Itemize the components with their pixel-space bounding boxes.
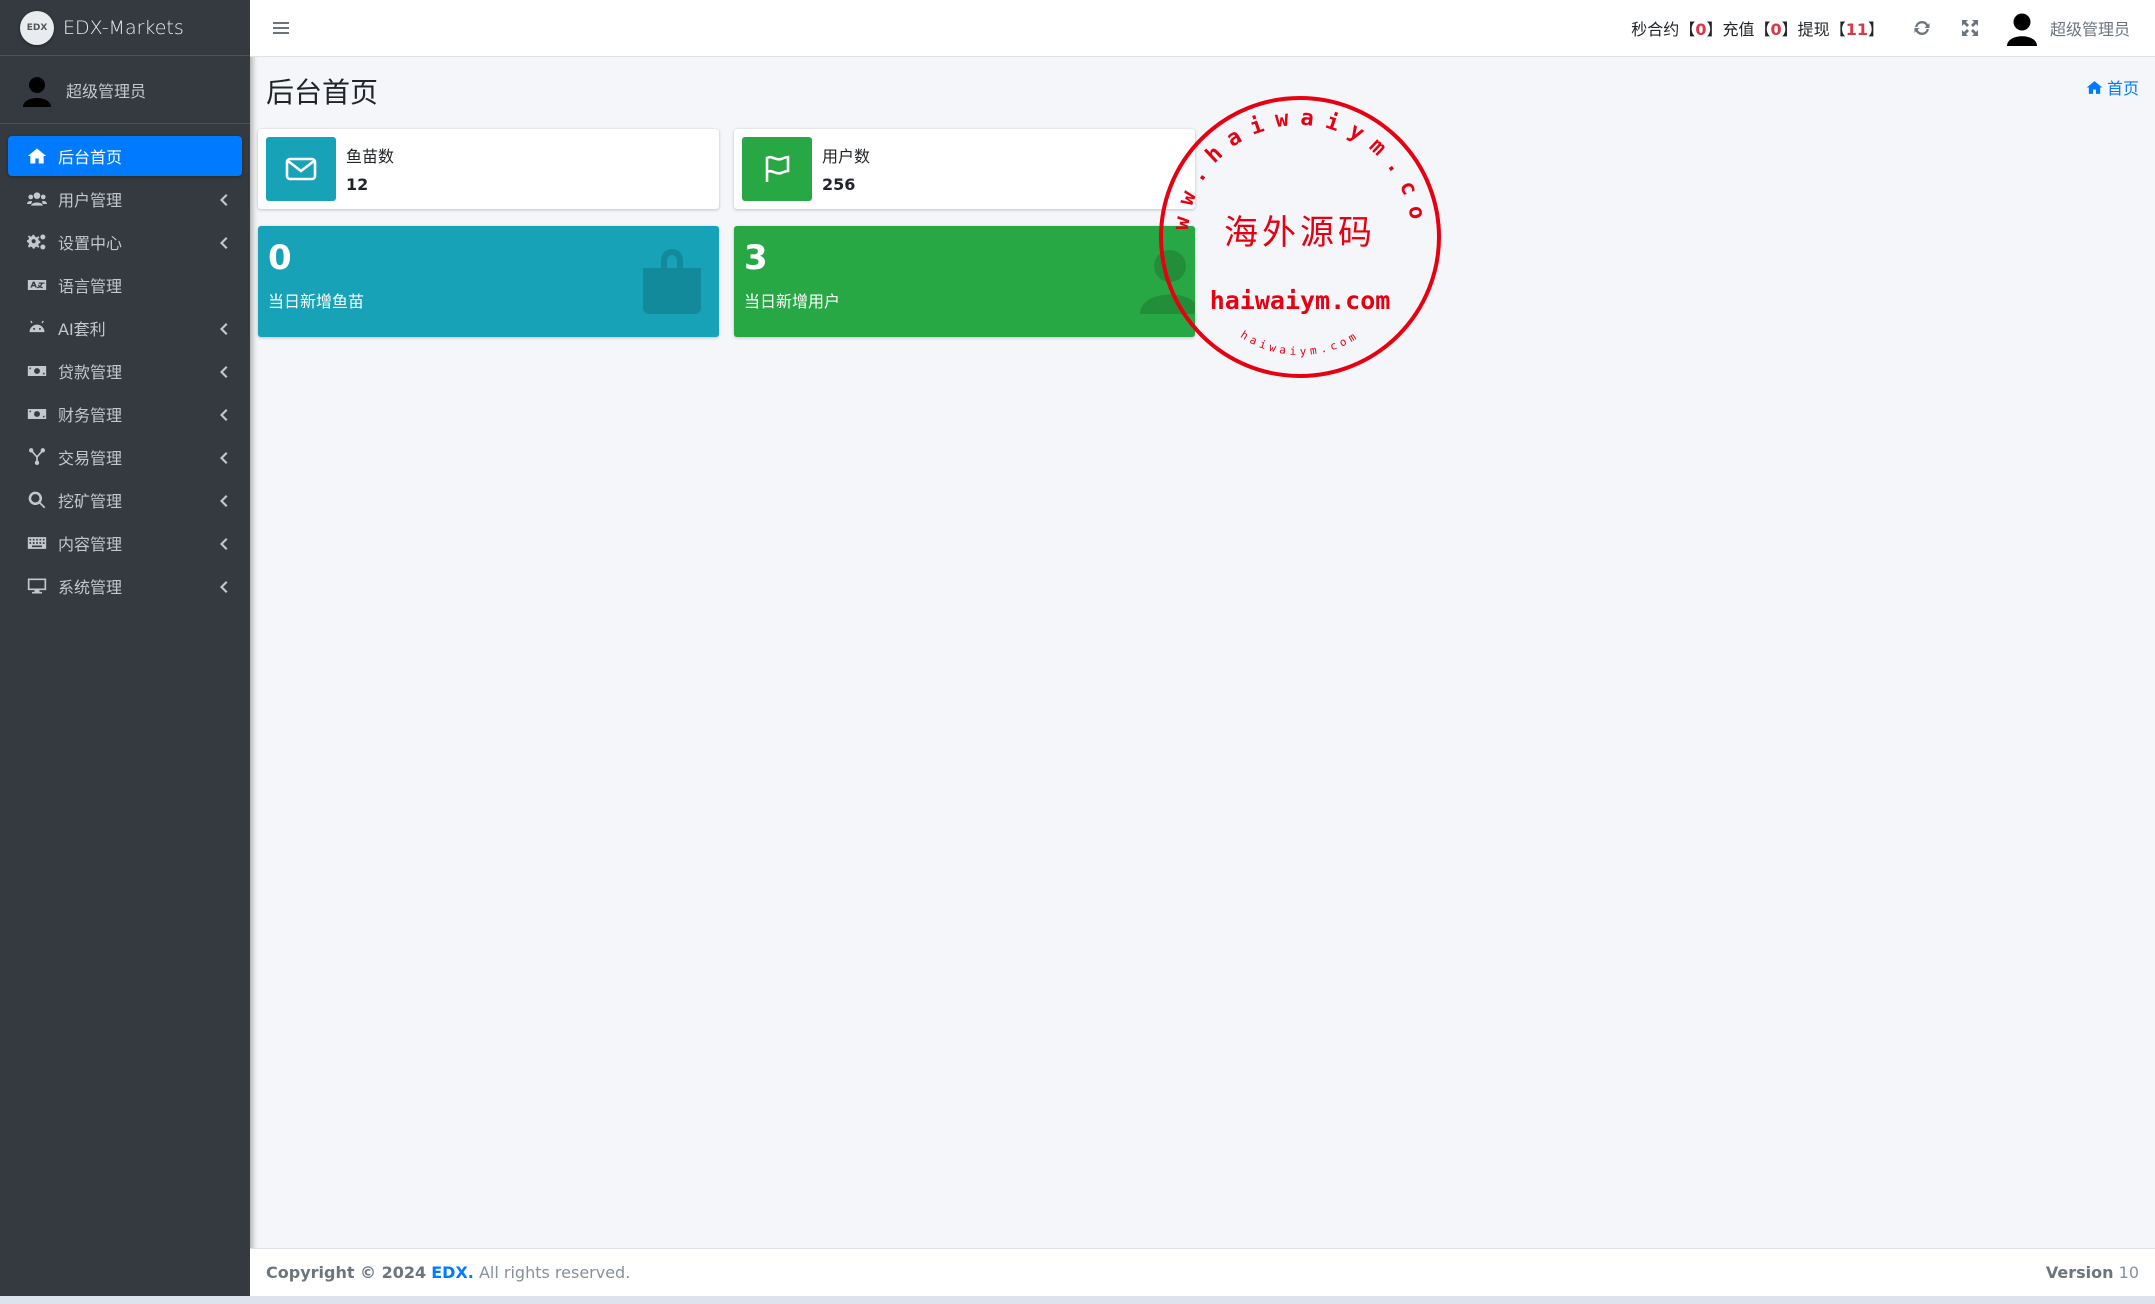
sidebar: EDX EDX-Markets 超级管理员 后台首页 用户管理 设置中心 语言管… [0, 0, 250, 1304]
info-box-fry-count: 鱼苗数 12 [258, 129, 719, 209]
sidebar-item-label: 后台首页 [58, 148, 123, 167]
chevron-left-icon [218, 364, 228, 378]
home-icon [26, 145, 48, 167]
bottom-strip [0, 1296, 2155, 1304]
chevron-left-icon [218, 579, 228, 593]
sidebar-item-label: 贷款管理 [58, 363, 123, 382]
chevron-left-icon [218, 536, 228, 550]
brand-name: EDX-Markets [63, 16, 184, 39]
bars-icon [273, 22, 289, 34]
avatar [2006, 13, 2037, 46]
footer: Copyright © 2024 EDX. All rights reserve… [250, 1248, 2155, 1296]
desktop-icon [26, 575, 48, 597]
recharge-label: 充值 [1722, 20, 1755, 39]
watermark-main-text: haiwaiym.com [1210, 286, 1391, 315]
header-user-name: 超级管理员 [2049, 20, 2130, 39]
sidebar-item-system[interactable]: 系统管理 [8, 566, 242, 606]
info-box-label: 用户数 [822, 147, 871, 166]
sidebar-item-label: 语言管理 [58, 277, 123, 296]
language-icon [26, 274, 48, 296]
shopping-bag-icon [637, 244, 707, 316]
sidebar-item-dashboard[interactable]: 后台首页 [8, 136, 242, 176]
sidebar-user-name: 超级管理员 [66, 81, 147, 101]
sidebar-item-users[interactable]: 用户管理 [8, 179, 242, 219]
contract-count: 0 [1695, 20, 1707, 39]
sidebar-item-loans[interactable]: 贷款管理 [8, 351, 242, 391]
expand-icon [1961, 20, 1978, 36]
info-box-value: 256 [822, 175, 856, 194]
small-box-new-fry: 0 当日新增鱼苗 [258, 226, 719, 337]
breadcrumb-home: 首页 [2106, 79, 2139, 98]
brand-link[interactable]: EDX EDX-Markets [0, 0, 250, 56]
sidebar-item-label: 挖矿管理 [58, 492, 123, 511]
chevron-left-icon [218, 493, 228, 507]
sidebar-nav: 后台首页 用户管理 设置中心 语言管理 AI套利 贷款管理 财务管理 交易管理 … [0, 124, 250, 606]
breadcrumb[interactable]: 首页 [2086, 75, 2139, 99]
info-box-label: 鱼苗数 [346, 147, 395, 166]
chevron-left-icon [218, 407, 228, 421]
pending-stats[interactable]: 秒合约【0】充值【0】提现【11】 [1631, 16, 1884, 40]
envelope-icon [266, 137, 336, 201]
info-box-value: 12 [346, 175, 369, 194]
sidebar-item-label: 系统管理 [58, 578, 123, 597]
small-box-label: 当日新增用户 [744, 292, 841, 311]
keyboard-icon [26, 532, 48, 554]
menu-toggle-button[interactable] [272, 17, 294, 39]
footer-brand-link[interactable]: EDX. [431, 1263, 474, 1282]
chevron-left-icon [218, 192, 228, 206]
brand-logo: EDX [20, 10, 54, 45]
flag-icon [742, 137, 812, 201]
sidebar-item-trading[interactable]: 交易管理 [8, 437, 242, 477]
user-menu[interactable]: 超级管理员 [1994, 10, 2155, 46]
home-icon [2086, 80, 2103, 94]
sidebar-item-content[interactable]: 内容管理 [8, 523, 242, 563]
money-icon [26, 360, 48, 382]
small-box-value: 3 [744, 238, 768, 278]
contract-label: 秒合约 [1631, 20, 1680, 39]
cogs-icon [26, 231, 48, 253]
fullscreen-button[interactable] [1946, 0, 1994, 57]
refresh-icon [1914, 21, 1930, 35]
sidebar-item-label: 内容管理 [58, 535, 123, 554]
chevron-left-icon [218, 321, 228, 335]
copyright: Copyright © 2024 EDX. All rights reserve… [266, 1263, 631, 1282]
withdraw-label: 提现 [1797, 20, 1830, 39]
money-icon [26, 403, 48, 425]
sidebar-item-mining[interactable]: 挖矿管理 [8, 480, 242, 520]
small-box-label: 当日新增鱼苗 [268, 292, 365, 311]
refresh-button[interactable] [1898, 0, 1946, 57]
svg-text:www.haiwaiym.com: www.haiwaiym.com [1155, 92, 1431, 232]
sidebar-item-settings[interactable]: 设置中心 [8, 222, 242, 262]
android-icon [26, 317, 48, 339]
recharge-count: 0 [1770, 20, 1782, 39]
network-icon [26, 446, 48, 468]
top-navbar: 秒合约【0】充值【0】提现【11】 超级管理员 [250, 0, 2155, 57]
withdraw-count: 11 [1845, 20, 1868, 39]
sidebar-item-label: 用户管理 [58, 191, 123, 210]
users-icon [26, 188, 48, 210]
chevron-left-icon [218, 235, 228, 249]
sidebar-item-finance[interactable]: 财务管理 [8, 394, 242, 434]
watermark-center-text: 海外源码 [1224, 213, 1376, 253]
user-panel[interactable]: 超级管理员 [0, 56, 250, 124]
sidebar-item-label: AI套利 [58, 320, 106, 339]
small-box-value: 0 [268, 238, 292, 278]
info-box-user-count: 用户数 256 [734, 129, 1195, 209]
sidebar-item-label: 财务管理 [58, 406, 123, 425]
sidebar-item-language[interactable]: 语言管理 [8, 265, 242, 305]
sidebar-item-label: 交易管理 [58, 449, 123, 468]
watermark-stamp: www.haiwaiym.com 海外源码 haiwaiym.com haiwa… [1143, 73, 1445, 382]
version: Version 10 [2045, 1263, 2139, 1282]
sidebar-item-label: 设置中心 [58, 234, 123, 253]
small-box-new-users: 3 当日新增用户 [734, 226, 1195, 337]
svg-text:haiwaiym.com: haiwaiym.com [1238, 328, 1361, 358]
avatar [23, 76, 51, 107]
search-icon [26, 489, 48, 511]
sidebar-item-ai-arbitrage[interactable]: AI套利 [8, 308, 242, 348]
chevron-left-icon [218, 450, 228, 464]
page-title: 后台首页 [266, 76, 379, 109]
